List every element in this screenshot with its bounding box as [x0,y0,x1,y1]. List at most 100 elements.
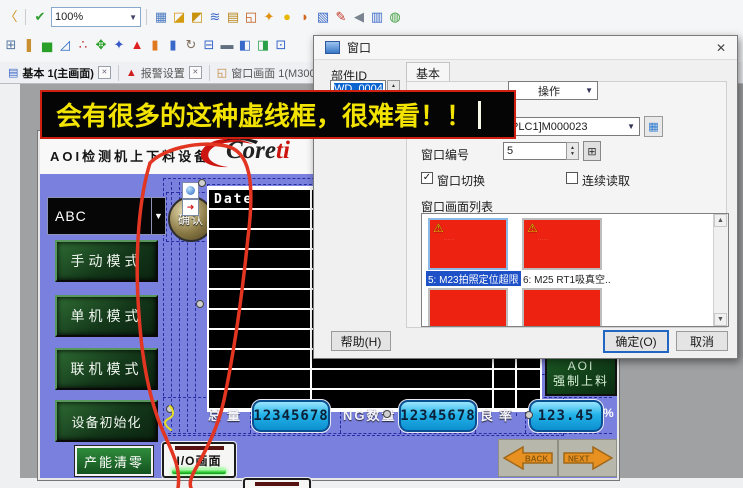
toolbar-separator [25,9,26,25]
window-jump-icon[interactable]: ◱ [242,8,260,26]
recipe-dropdown-arrow[interactable]: ▼ [151,197,166,235]
window-thumbnail-partial[interactable] [524,290,600,327]
red-arrow-adorner-icon[interactable]: ➜ [182,199,199,216]
io-screen-button[interactable]: I/O画面 [162,442,236,478]
script-icon[interactable]: ▤ [224,8,242,26]
screen-image-icon[interactable]: ▦ [152,8,170,26]
jump-window-icon[interactable]: ↻ [182,36,200,54]
total-value-display[interactable]: 12345678 [252,400,330,432]
close-icon[interactable]: ✕ [189,66,202,79]
device-init-button[interactable]: 设备初始化 [55,400,158,442]
window-switch-checkbox[interactable]: ✓ [421,172,433,184]
scroll-down-icon[interactable]: ▼ [714,313,727,326]
grid-icon: ⊞ [587,145,596,158]
zoom-select[interactable]: 100% ▼ [51,7,141,27]
continuous-read-checkbox[interactable] [566,172,578,184]
info-lamp-icon[interactable]: ● [278,8,296,26]
blue-orb-adorner-icon[interactable] [182,182,199,199]
window-screen-list[interactable]: ⚠..... 5: M23拍照定位超限 ⚠..... 6: M25 RT1吸真空… [421,213,729,327]
device-address-select[interactable]: [PLC1]M000023 ▼ [503,117,640,136]
ng-count-display[interactable]: 12345678 [399,400,477,432]
warning-icon: ⚠ [527,221,538,235]
parts-library2-icon[interactable]: ◩ [188,8,206,26]
data-check-icon[interactable]: ✔ [31,8,49,26]
scroll-up-icon[interactable]: ▲ [714,214,727,227]
selection-handle[interactable] [525,411,533,419]
help-button[interactable]: 帮助(H) [331,331,391,351]
value: 123.45 [538,408,595,424]
scatter-chart-icon[interactable]: ∴ [74,36,92,54]
device-browse-button[interactable]: ▦ [644,116,663,137]
tab-basic[interactable]: 基本 [406,62,450,83]
graph-settings-icon[interactable]: ≋ [206,8,224,26]
compass-icon[interactable]: ✦ [110,36,128,54]
strip-icon[interactable]: ▬ [218,36,236,54]
tab-label: 报警设置 [141,65,185,81]
selection-handle[interactable] [383,410,391,418]
tab-base-screen[interactable]: ▤ 基本 1(主画面) ✕ [4,62,115,84]
button-label: 产能清零 [84,452,144,471]
svg-text:BACK: BACK [525,455,548,464]
single-mode-button[interactable]: 单机模式 [55,295,158,337]
key-icon[interactable]: ✦ [260,8,278,26]
back-button[interactable]: BACK [498,439,558,477]
button-label: 单机模式 [71,306,143,326]
keypad-button[interactable]: ⊞ [583,141,601,161]
speaker-icon[interactable]: ◀ [350,8,368,26]
next-button[interactable]: NEXT [558,439,617,477]
capacity-clear-button[interactable]: 产能清零 [75,446,153,476]
yield-display[interactable]: 123.45 [529,400,603,432]
thumbnail-caption-selected[interactable]: 5: M23拍照定位超限 [426,271,521,286]
zoom-value: 100% [55,11,83,23]
list-scrollbar[interactable]: ▲ ▼ [713,214,728,326]
ok-button[interactable]: 确定(O) [603,330,669,353]
alarm-lamp-icon[interactable]: ▲ [128,36,146,54]
parts-library-icon[interactable]: ◪ [170,8,188,26]
window-thumbnail-6[interactable]: ⚠..... [524,220,600,268]
window-number-spinner[interactable]: ▲▼ [566,142,579,160]
selection-handle[interactable] [198,179,206,187]
pan-hand-icon[interactable]: ❚ [20,36,38,54]
tab-alarm-settings[interactable]: ▲ 报警设置 ✕ [122,62,206,84]
cascade-icon[interactable]: ⊟ [200,36,218,54]
close-icon[interactable]: ✕ [705,36,737,60]
alarm-icon: ▲ [126,67,137,79]
manual-mode-button[interactable]: 手动模式 [55,240,158,282]
monitor-icon[interactable]: ◧ [236,36,254,54]
bar-chart-icon[interactable]: ▅ [38,36,56,54]
orange-panel-icon[interactable]: ▮ [146,36,164,54]
cancel-button[interactable]: 取消 [676,331,728,351]
move-arrows-icon[interactable]: ✥ [92,36,110,54]
global-icon[interactable]: ◍ [386,8,404,26]
translate-icon[interactable]: ▥ [368,8,386,26]
bell-icon[interactable]: ◗ [296,8,314,26]
recipe-select-box[interactable]: ABC [47,197,159,235]
toolbar-overflow-icon[interactable]: 〈 [2,8,20,26]
toolbar-row-2: ⊞❚▅◿∴✥✦▲▮▮↻⊟▬◧◨⊡ [0,33,290,57]
info-screen-button[interactable]: 说明画面 [243,478,311,488]
percent-sign: % [603,406,614,420]
thumbnail-caption[interactable]: 6: M25 RT1吸真空.. [523,271,611,286]
tab-separator [209,65,210,81]
action-select[interactable]: 操作 ▼ [508,81,598,100]
line-chart-icon[interactable]: ◿ [56,36,74,54]
hmi-screen-title: AOI检测机上下料设备 [50,146,210,165]
monitor2-icon[interactable]: ◨ [254,36,272,54]
window-thumbnail-partial[interactable] [430,290,506,327]
button-label: 帮助(H) [341,333,382,350]
dialog-title-bar[interactable]: 窗口 ✕ [314,36,737,60]
dialog-title: 窗口 [347,39,371,56]
online-mode-button[interactable]: 联机模式 [55,348,158,390]
window-part-dialog[interactable]: 窗口 ✕ 部件ID WD_0004 ▲▼ 基本 操作 ▼ [PLC1]M0000… [313,35,738,359]
device-comment-icon[interactable]: ▧ [314,8,332,26]
selection-handle[interactable] [196,300,204,308]
pen-icon[interactable]: ✎ [332,8,350,26]
screen-edit-icon[interactable]: ⊡ [272,36,290,54]
window-thumbnail-5[interactable]: ⚠..... [430,220,506,268]
grid-icon[interactable]: ⊞ [2,36,20,54]
close-icon[interactable]: ✕ [98,66,111,79]
table-column-divider [310,188,312,410]
blue-panel-icon[interactable]: ▮ [164,36,182,54]
selection-handle[interactable] [166,405,174,413]
button-label: I/O画面 [176,452,221,469]
